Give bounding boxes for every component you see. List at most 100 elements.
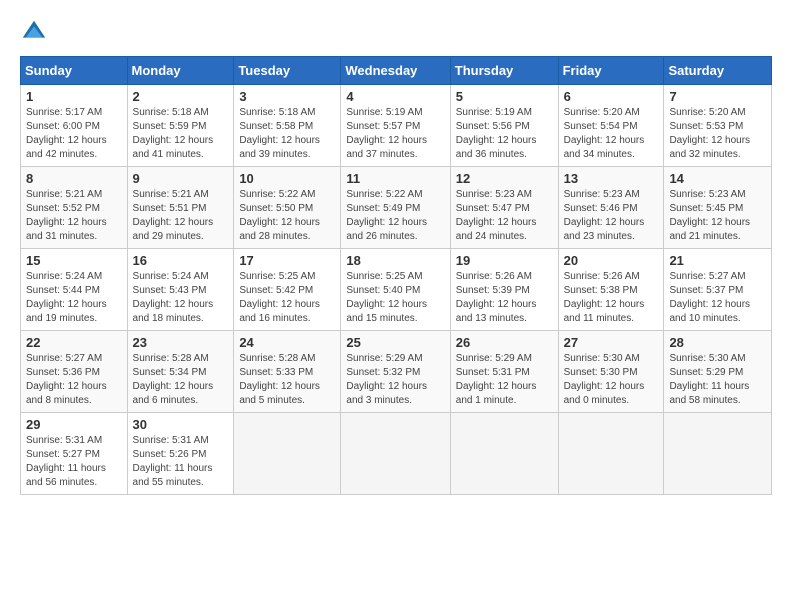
table-row: 8 Sunrise: 5:21 AMSunset: 5:52 PMDayligh… (21, 167, 128, 249)
day-info: Sunrise: 5:25 AMSunset: 5:40 PMDaylight:… (346, 271, 427, 324)
day-number: 8 (26, 171, 122, 186)
day-number: 5 (456, 89, 553, 104)
table-row: 28 Sunrise: 5:30 AMSunset: 5:29 PMDaylig… (664, 331, 772, 413)
table-row: 7 Sunrise: 5:20 AMSunset: 5:53 PMDayligh… (664, 85, 772, 167)
day-info: Sunrise: 5:22 AMSunset: 5:49 PMDaylight:… (346, 189, 427, 242)
day-info: Sunrise: 5:22 AMSunset: 5:50 PMDaylight:… (239, 189, 320, 242)
table-row: 20 Sunrise: 5:26 AMSunset: 5:38 PMDaylig… (558, 249, 664, 331)
day-number: 20 (564, 253, 659, 268)
table-row (341, 413, 450, 495)
day-info: Sunrise: 5:19 AMSunset: 5:57 PMDaylight:… (346, 107, 427, 160)
day-number: 3 (239, 89, 335, 104)
day-number: 28 (669, 335, 766, 350)
table-row: 12 Sunrise: 5:23 AMSunset: 5:47 PMDaylig… (450, 167, 558, 249)
day-info: Sunrise: 5:27 AMSunset: 5:37 PMDaylight:… (669, 271, 750, 324)
day-number: 26 (456, 335, 553, 350)
calendar-week-3: 15 Sunrise: 5:24 AMSunset: 5:44 PMDaylig… (21, 249, 772, 331)
day-number: 2 (133, 89, 229, 104)
day-number: 14 (669, 171, 766, 186)
table-row: 22 Sunrise: 5:27 AMSunset: 5:36 PMDaylig… (21, 331, 128, 413)
day-number: 30 (133, 417, 229, 432)
table-row: 10 Sunrise: 5:22 AMSunset: 5:50 PMDaylig… (234, 167, 341, 249)
day-info: Sunrise: 5:19 AMSunset: 5:56 PMDaylight:… (456, 107, 537, 160)
calendar-table: SundayMondayTuesdayWednesdayThursdayFrid… (20, 56, 772, 495)
day-number: 21 (669, 253, 766, 268)
day-number: 22 (26, 335, 122, 350)
day-info: Sunrise: 5:29 AMSunset: 5:31 PMDaylight:… (456, 353, 537, 406)
day-number: 10 (239, 171, 335, 186)
day-info: Sunrise: 5:24 AMSunset: 5:43 PMDaylight:… (133, 271, 214, 324)
day-number: 23 (133, 335, 229, 350)
day-info: Sunrise: 5:26 AMSunset: 5:38 PMDaylight:… (564, 271, 645, 324)
table-row: 5 Sunrise: 5:19 AMSunset: 5:56 PMDayligh… (450, 85, 558, 167)
day-info: Sunrise: 5:20 AMSunset: 5:54 PMDaylight:… (564, 107, 645, 160)
day-info: Sunrise: 5:25 AMSunset: 5:42 PMDaylight:… (239, 271, 320, 324)
calendar-header-sunday: Sunday (21, 57, 128, 85)
day-info: Sunrise: 5:21 AMSunset: 5:51 PMDaylight:… (133, 189, 214, 242)
table-row: 1 Sunrise: 5:17 AMSunset: 6:00 PMDayligh… (21, 85, 128, 167)
table-row: 17 Sunrise: 5:25 AMSunset: 5:42 PMDaylig… (234, 249, 341, 331)
table-row: 23 Sunrise: 5:28 AMSunset: 5:34 PMDaylig… (127, 331, 234, 413)
day-info: Sunrise: 5:30 AMSunset: 5:29 PMDaylight:… (669, 353, 749, 406)
table-row: 18 Sunrise: 5:25 AMSunset: 5:40 PMDaylig… (341, 249, 450, 331)
day-number: 4 (346, 89, 444, 104)
table-row: 11 Sunrise: 5:22 AMSunset: 5:49 PMDaylig… (341, 167, 450, 249)
logo (20, 18, 52, 46)
logo-icon (20, 18, 48, 46)
table-row: 4 Sunrise: 5:19 AMSunset: 5:57 PMDayligh… (341, 85, 450, 167)
day-number: 12 (456, 171, 553, 186)
table-row: 21 Sunrise: 5:27 AMSunset: 5:37 PMDaylig… (664, 249, 772, 331)
calendar-header-monday: Monday (127, 57, 234, 85)
day-number: 25 (346, 335, 444, 350)
day-number: 24 (239, 335, 335, 350)
page: SundayMondayTuesdayWednesdayThursdayFrid… (0, 0, 792, 505)
calendar-header-saturday: Saturday (664, 57, 772, 85)
day-number: 1 (26, 89, 122, 104)
day-info: Sunrise: 5:28 AMSunset: 5:34 PMDaylight:… (133, 353, 214, 406)
header (20, 18, 772, 46)
day-number: 27 (564, 335, 659, 350)
table-row: 2 Sunrise: 5:18 AMSunset: 5:59 PMDayligh… (127, 85, 234, 167)
day-number: 7 (669, 89, 766, 104)
calendar-header-tuesday: Tuesday (234, 57, 341, 85)
calendar-week-5: 29 Sunrise: 5:31 AMSunset: 5:27 PMDaylig… (21, 413, 772, 495)
day-info: Sunrise: 5:18 AMSunset: 5:59 PMDaylight:… (133, 107, 214, 160)
calendar-header-row: SundayMondayTuesdayWednesdayThursdayFrid… (21, 57, 772, 85)
table-row: 14 Sunrise: 5:23 AMSunset: 5:45 PMDaylig… (664, 167, 772, 249)
calendar-header-friday: Friday (558, 57, 664, 85)
day-info: Sunrise: 5:23 AMSunset: 5:46 PMDaylight:… (564, 189, 645, 242)
table-row: 29 Sunrise: 5:31 AMSunset: 5:27 PMDaylig… (21, 413, 128, 495)
calendar-week-2: 8 Sunrise: 5:21 AMSunset: 5:52 PMDayligh… (21, 167, 772, 249)
day-info: Sunrise: 5:20 AMSunset: 5:53 PMDaylight:… (669, 107, 750, 160)
table-row: 19 Sunrise: 5:26 AMSunset: 5:39 PMDaylig… (450, 249, 558, 331)
day-number: 13 (564, 171, 659, 186)
day-info: Sunrise: 5:21 AMSunset: 5:52 PMDaylight:… (26, 189, 107, 242)
calendar-header-wednesday: Wednesday (341, 57, 450, 85)
day-info: Sunrise: 5:18 AMSunset: 5:58 PMDaylight:… (239, 107, 320, 160)
table-row: 9 Sunrise: 5:21 AMSunset: 5:51 PMDayligh… (127, 167, 234, 249)
day-number: 19 (456, 253, 553, 268)
day-number: 9 (133, 171, 229, 186)
table-row: 27 Sunrise: 5:30 AMSunset: 5:30 PMDaylig… (558, 331, 664, 413)
table-row (558, 413, 664, 495)
day-info: Sunrise: 5:27 AMSunset: 5:36 PMDaylight:… (26, 353, 107, 406)
table-row: 25 Sunrise: 5:29 AMSunset: 5:32 PMDaylig… (341, 331, 450, 413)
table-row: 26 Sunrise: 5:29 AMSunset: 5:31 PMDaylig… (450, 331, 558, 413)
table-row (450, 413, 558, 495)
day-info: Sunrise: 5:31 AMSunset: 5:27 PMDaylight:… (26, 435, 106, 488)
day-info: Sunrise: 5:24 AMSunset: 5:44 PMDaylight:… (26, 271, 107, 324)
day-number: 29 (26, 417, 122, 432)
table-row: 6 Sunrise: 5:20 AMSunset: 5:54 PMDayligh… (558, 85, 664, 167)
day-info: Sunrise: 5:23 AMSunset: 5:47 PMDaylight:… (456, 189, 537, 242)
day-info: Sunrise: 5:30 AMSunset: 5:30 PMDaylight:… (564, 353, 645, 406)
table-row: 3 Sunrise: 5:18 AMSunset: 5:58 PMDayligh… (234, 85, 341, 167)
calendar-header-thursday: Thursday (450, 57, 558, 85)
calendar-week-4: 22 Sunrise: 5:27 AMSunset: 5:36 PMDaylig… (21, 331, 772, 413)
day-number: 18 (346, 253, 444, 268)
day-number: 17 (239, 253, 335, 268)
day-number: 11 (346, 171, 444, 186)
day-info: Sunrise: 5:26 AMSunset: 5:39 PMDaylight:… (456, 271, 537, 324)
day-info: Sunrise: 5:29 AMSunset: 5:32 PMDaylight:… (346, 353, 427, 406)
day-info: Sunrise: 5:23 AMSunset: 5:45 PMDaylight:… (669, 189, 750, 242)
day-number: 6 (564, 89, 659, 104)
